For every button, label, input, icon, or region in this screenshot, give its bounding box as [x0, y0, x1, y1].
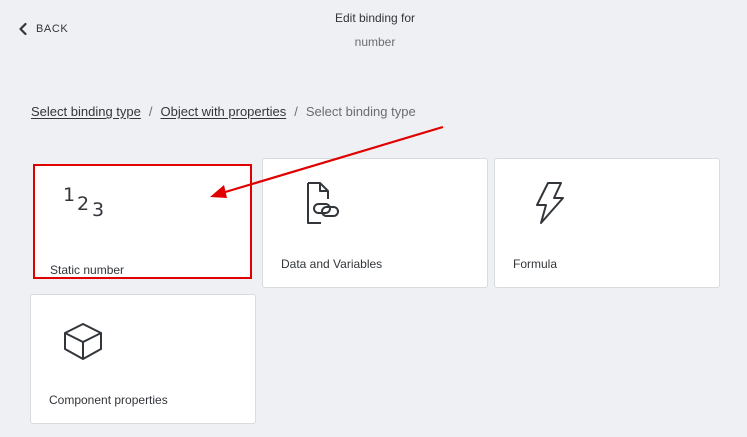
lightning-icon — [536, 182, 564, 224]
card-label-static-number: Static number — [50, 263, 125, 277]
breadcrumb-current: Select binding type — [305, 104, 416, 119]
card-formula[interactable]: Formula — [494, 158, 720, 288]
static-number-glyph-1: 1 — [63, 184, 76, 206]
breadcrumb-link-object-with-properties[interactable]: Object with properties — [160, 104, 286, 119]
breadcrumb-separator: / — [294, 104, 298, 119]
card-component-properties[interactable]: Component properties — [30, 294, 256, 424]
data-link-icon — [307, 182, 339, 224]
card-label-component-properties: Component properties — [49, 393, 168, 407]
static-number-glyph-3: 3 — [92, 199, 105, 221]
card-data-and-variables[interactable]: Data and Variables — [262, 158, 488, 288]
breadcrumb-link-select-binding-type[interactable]: Select binding type — [31, 104, 141, 119]
card-static-number[interactable]: 1 2 3 Static number — [33, 164, 252, 279]
card-label-data-and-variables: Data and Variables — [281, 257, 383, 271]
page-title: Edit binding for — [334, 11, 416, 25]
static-number-glyph-2: 2 — [77, 193, 90, 215]
page-subtitle: number — [354, 35, 396, 49]
breadcrumb-separator: / — [148, 104, 153, 119]
card-label-formula: Formula — [513, 257, 558, 271]
cube-icon — [64, 323, 102, 360]
breadcrumb: Select binding type / Object with proper… — [31, 104, 416, 119]
static-number-icon: 1 2 3 — [63, 184, 123, 224]
